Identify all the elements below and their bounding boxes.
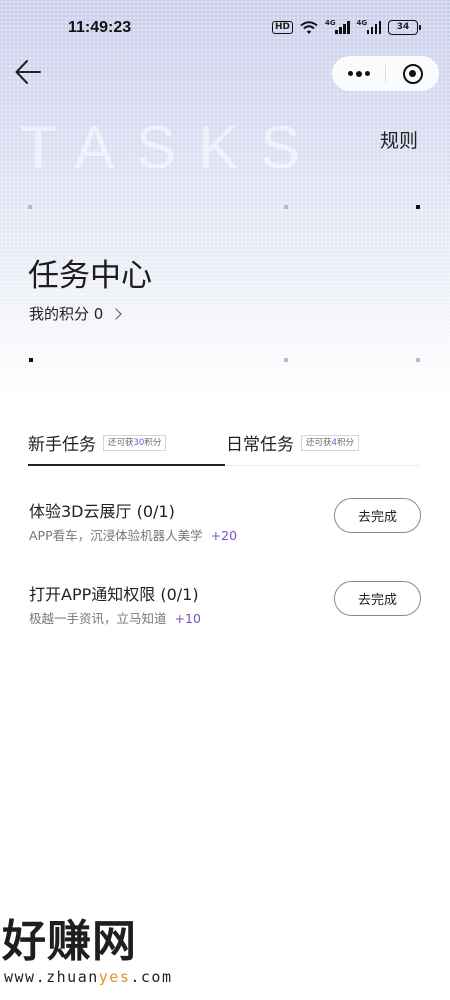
battery-icon: 34 bbox=[388, 20, 421, 35]
my-points-link[interactable]: 我的积分 0 bbox=[29, 303, 122, 324]
task-item: 体验3D云展厅 (0/1) APP看车，沉浸体验机器人美学 +20 去完成 bbox=[29, 498, 422, 558]
complete-task-button[interactable]: 去完成 bbox=[334, 498, 421, 533]
tab-daily-tasks[interactable]: 日常任务 还可获4积分 bbox=[226, 430, 359, 455]
status-bar: 11:49:23 HD 4G 4G 34 bbox=[0, 0, 450, 58]
tab-badge: 还可获4积分 bbox=[301, 434, 359, 451]
task-title: 打开APP通知权限 (0/1) bbox=[29, 585, 199, 604]
page-title: 任务中心 bbox=[28, 258, 152, 294]
task-title: 体验3D云展厅 (0/1) bbox=[29, 502, 175, 521]
task-reward: +10 bbox=[174, 611, 201, 626]
tasks-decor-text: TASKS bbox=[20, 114, 323, 181]
status-time: 11:49:23 bbox=[68, 19, 132, 36]
task-tabs: 新手任务 还可获30积分 日常任务 还可获4积分 bbox=[28, 430, 420, 466]
target-close-icon[interactable] bbox=[386, 56, 439, 91]
decor-dot bbox=[416, 358, 420, 362]
mini-program-capsule bbox=[332, 56, 439, 91]
decor-dot bbox=[29, 358, 33, 362]
signal-icon: 4G bbox=[357, 19, 381, 34]
task-item: 打开APP通知权限 (0/1) 极越一手资讯，立马知道 +10 去完成 bbox=[29, 581, 422, 641]
tab-label: 新手任务 bbox=[28, 435, 96, 455]
hd-icon: HD bbox=[271, 21, 293, 34]
watermark-url: www.zhuanyes.com bbox=[4, 968, 173, 986]
decor-dot bbox=[28, 205, 32, 209]
active-tab-indicator bbox=[28, 464, 225, 466]
chevron-right-icon bbox=[110, 307, 122, 320]
more-dots-icon[interactable] bbox=[332, 56, 385, 91]
decor-dot bbox=[284, 205, 288, 209]
decor-dot bbox=[284, 358, 288, 362]
watermark-logo: 好赚网 bbox=[2, 916, 137, 967]
site-watermark: 好赚网 www.zhuanyes.com bbox=[0, 915, 230, 995]
wifi-icon bbox=[300, 20, 318, 34]
tab-label: 日常任务 bbox=[226, 435, 294, 455]
status-icons: HD 4G 4G 34 bbox=[271, 19, 421, 35]
decor-dot bbox=[416, 205, 420, 209]
task-desc: APP看车，沉浸体验机器人美学 +20 bbox=[29, 528, 238, 543]
complete-task-button[interactable]: 去完成 bbox=[334, 581, 421, 616]
tab-badge: 还可获30积分 bbox=[103, 434, 167, 451]
tab-newbie-tasks[interactable]: 新手任务 还可获30积分 bbox=[28, 430, 167, 455]
arrow-left-icon[interactable] bbox=[14, 58, 42, 86]
signal-icon: 4G bbox=[325, 19, 350, 34]
task-reward: +20 bbox=[210, 528, 238, 543]
points-label: 我的积分 0 bbox=[29, 305, 104, 323]
task-desc: 极越一手资讯，立马知道 +10 bbox=[29, 611, 201, 626]
rules-link[interactable]: 规则 bbox=[380, 126, 418, 153]
